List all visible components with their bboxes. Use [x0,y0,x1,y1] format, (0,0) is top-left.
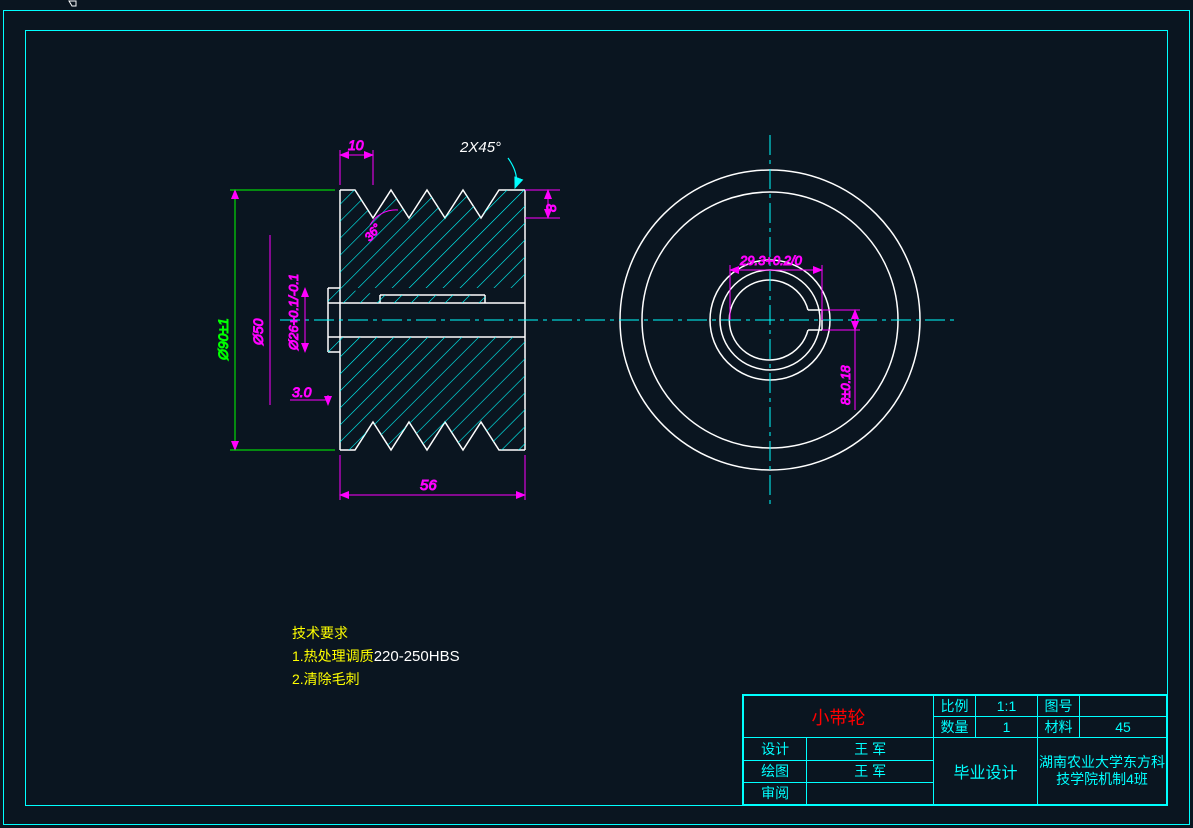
part-name: 小带轮 [744,696,934,738]
tech-requirements: 技术要求 1.热处理调质220-250HBS 2.清除毛刺 [292,620,460,692]
material: 45 [1080,717,1167,738]
dim-chamfer: 2X45° [459,139,516,188]
front-view [585,135,955,505]
project: 毕业设计 [934,738,1038,805]
drafter: 王 军 [807,760,934,782]
material-label: 材料 [1038,717,1080,738]
svg-text:Ø26+0.1/-0.1: Ø26+0.1/-0.1 [286,274,301,351]
svg-text:8±0.18: 8±0.18 [838,365,853,405]
dim-8: 8 [525,190,560,218]
qty: 1 [976,717,1038,738]
dim-10: 10 [340,137,373,185]
notes-heading: 技术要求 [292,623,460,643]
dwg-no-label: 图号 [1038,696,1080,717]
dim-dia-mid: Ø50 [250,235,270,405]
dim-56: 56 [340,455,525,500]
svg-text:3.0: 3.0 [292,384,312,400]
checker [807,782,934,804]
svg-text:8: 8 [543,204,559,212]
svg-text:2X45°: 2X45° [459,139,501,156]
svg-text:10: 10 [348,137,364,153]
dim-3: 3.0 [290,384,328,405]
draw-label: 绘图 [744,760,807,782]
svg-text:Ø50: Ø50 [250,318,266,346]
svg-text:56: 56 [420,477,437,494]
section-view [280,190,580,450]
svg-text:Ø90±1: Ø90±1 [215,318,231,361]
scale: 1:1 [976,696,1038,717]
dim-key-height: 8±0.18 [822,310,860,410]
scale-label: 比例 [934,696,976,717]
check-label: 审阅 [744,782,807,804]
org: 湖南农业大学东方科技学院机制4班 [1038,738,1167,805]
dwg-no [1080,696,1167,717]
title-block: 小带轮 比例 1:1 图号 数量 1 材料 45 设计 王 军 毕业设计 湖南农… [742,694,1168,806]
qty-label: 数量 [934,717,976,738]
notes-line2: 2.清除毛刺 [292,669,460,689]
svg-text:29.3+0.2/0: 29.3+0.2/0 [739,253,803,268]
notes-line1-prefix: 1.热处理调质 [292,648,374,664]
designer: 王 军 [807,738,934,760]
design-label: 设计 [744,738,807,760]
dim-dia-bore: Ø26+0.1/-0.1 [286,274,305,352]
